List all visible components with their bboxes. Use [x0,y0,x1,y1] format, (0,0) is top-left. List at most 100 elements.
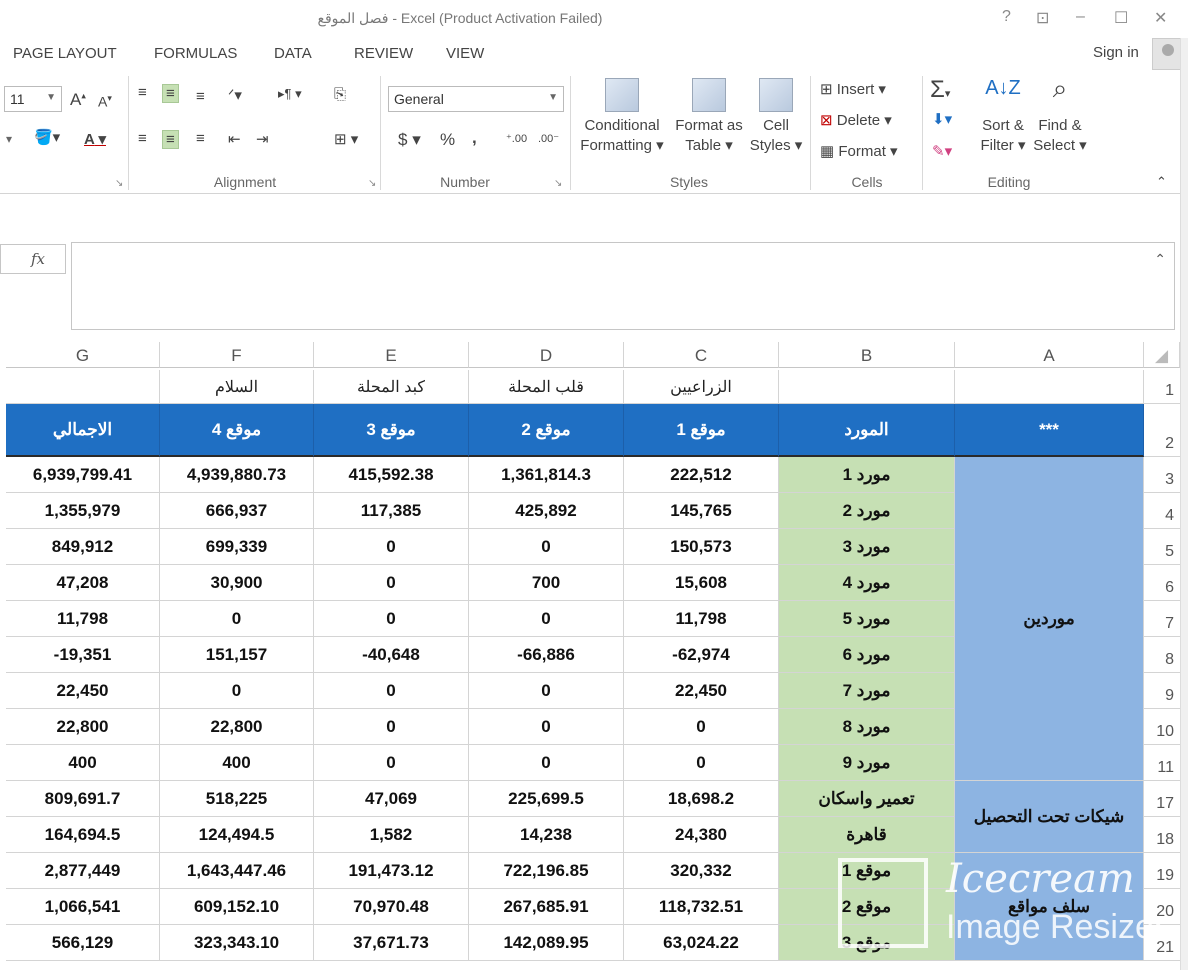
table-cell[interactable]: 22,800 [6,709,160,745]
close-button[interactable]: ✕ [1154,8,1167,28]
sort-filter-button[interactable]: A↓Z Sort & Filter ▾ [976,78,1030,156]
table-cell[interactable]: 22,800 [160,709,314,745]
table-cell[interactable]: 14,238 [469,817,624,853]
row-label-cell[interactable]: مورد 7 [779,673,955,709]
table-cell[interactable]: 15,608 [624,565,779,601]
table-cell[interactable]: 18,698.2 [624,781,779,817]
increase-decimal-icon[interactable]: ⁺.00 [506,132,527,145]
table-cell[interactable]: 0 [314,673,469,709]
column-header-f[interactable]: F [160,342,314,368]
table-cell[interactable]: 191,473.12 [314,853,469,889]
row-header[interactable]: 3 [1144,457,1180,493]
font-color-button[interactable]: A ▾ [84,130,106,148]
decrease-decimal-icon[interactable]: .00⁻ [538,132,559,145]
font-dialog-launcher-icon[interactable]: ↘ [115,178,123,189]
shrink-font-button[interactable]: A▾ [98,93,112,110]
table-header-cell[interactable]: موقع 2 [469,404,624,457]
row-label-cell[interactable]: مورد 6 [779,637,955,673]
table-header-cell[interactable]: المورد [779,404,955,457]
table-cell[interactable]: 0 [624,709,779,745]
tab-formulas[interactable]: FORMULAS [154,45,237,62]
row-label-cell[interactable]: مورد 4 [779,565,955,601]
table-cell[interactable]: 1,066,541 [6,889,160,925]
delete-cells-button[interactable]: ⊠ Delete ▾ [820,111,892,129]
fill-color-icon[interactable]: 🪣▾ [34,128,60,146]
increase-indent-icon[interactable]: ⇥ [256,130,269,148]
row-header[interactable]: 10 [1144,709,1180,745]
table-header-cell[interactable]: موقع 3 [314,404,469,457]
align-center-icon[interactable]: ≡ [162,130,179,149]
tab-review[interactable]: REVIEW [354,45,413,62]
site-name-cell[interactable] [779,370,955,404]
column-header-g[interactable]: G [6,342,160,368]
table-cell[interactable]: 0 [469,673,624,709]
align-top-icon[interactable]: ≡ [138,84,147,101]
align-bottom-icon[interactable]: ≡ [196,88,205,105]
table-cell[interactable]: 150,573 [624,529,779,565]
table-cell[interactable]: 415,592.38 [314,457,469,493]
help-button[interactable]: ? [1002,8,1011,26]
table-cell[interactable]: 22,450 [6,673,160,709]
table-cell[interactable]: 24,380 [624,817,779,853]
table-cell[interactable]: 47,208 [6,565,160,601]
group-cell-checks[interactable]: شيكات تحت التحصيل [955,781,1144,853]
table-cell[interactable]: 0 [160,601,314,637]
table-cell[interactable]: 518,225 [160,781,314,817]
table-cell[interactable]: 30,900 [160,565,314,601]
row-label-cell[interactable]: مورد 5 [779,601,955,637]
row-header[interactable]: 5 [1144,529,1180,565]
table-cell[interactable]: 118,732.51 [624,889,779,925]
table-header-cell[interactable]: موقع 4 [160,404,314,457]
column-header-a[interactable]: A [955,342,1144,368]
row-label-cell[interactable]: تعمير واسكان [779,781,955,817]
row-label-cell[interactable]: مورد 8 [779,709,955,745]
sign-in-link[interactable]: Sign in [1093,44,1139,61]
dropdown-icon[interactable]: ▾ [6,132,12,146]
table-cell[interactable]: 566,129 [6,925,160,961]
table-cell[interactable]: 400 [160,745,314,781]
table-cell[interactable]: 425,892 [469,493,624,529]
table-cell[interactable]: 6,939,799.41 [6,457,160,493]
row-label-cell[interactable]: مورد 3 [779,529,955,565]
site-name-cell[interactable] [6,370,160,404]
table-cell[interactable]: 400 [6,745,160,781]
table-cell[interactable]: -62,974 [624,637,779,673]
align-right-icon[interactable]: ≡ [196,130,205,147]
tab-page-layout[interactable]: PAGE LAYOUT [13,45,117,62]
site-name-cell[interactable]: السلام [160,370,314,404]
column-header-b[interactable]: B [779,342,955,368]
alignment-dialog-launcher-icon[interactable]: ↘ [368,178,376,189]
table-cell[interactable]: 63,024.22 [624,925,779,961]
number-dialog-launcher-icon[interactable]: ↘ [554,178,562,189]
table-cell[interactable]: 323,343.10 [160,925,314,961]
orientation-icon[interactable]: ᐟ▾ [228,86,242,104]
ribbon-display-options-button[interactable]: ⊡ [1036,8,1049,28]
table-cell[interactable]: 151,157 [160,637,314,673]
table-cell[interactable]: 849,912 [6,529,160,565]
table-cell[interactable]: 0 [314,565,469,601]
table-cell[interactable]: 47,069 [314,781,469,817]
table-cell[interactable]: 1,355,979 [6,493,160,529]
row-header[interactable]: 18 [1144,817,1180,853]
column-header-e[interactable]: E [314,342,469,368]
site-name-cell[interactable]: الزراعيين [624,370,779,404]
find-select-button[interactable]: ⌕ Find & Select ▾ [1032,75,1088,156]
table-cell[interactable]: 145,765 [624,493,779,529]
group-cell-suppliers[interactable]: موردين [955,457,1144,781]
row-header[interactable]: 2 [1144,404,1180,457]
row-label-cell[interactable]: مورد 2 [779,493,955,529]
font-size-combo[interactable]: 11 ▼ [4,86,62,112]
row-header[interactable]: 17 [1144,781,1180,817]
table-cell[interactable]: 70,970.48 [314,889,469,925]
site-name-cell[interactable]: كبد المحلة [314,370,469,404]
comma-style-button[interactable]: , [472,128,477,148]
table-cell[interactable]: 0 [314,745,469,781]
select-all-corner[interactable]: ◢ [1144,342,1180,368]
row-header[interactable]: 4 [1144,493,1180,529]
table-cell[interactable]: 267,685.91 [469,889,624,925]
row-header[interactable]: 8 [1144,637,1180,673]
table-cell[interactable]: 0 [469,529,624,565]
table-cell[interactable]: 124,494.5 [160,817,314,853]
wrap-text-icon[interactable]: ⎘ [334,86,346,103]
cell-styles-button[interactable]: Cell Styles ▾ [748,78,804,156]
